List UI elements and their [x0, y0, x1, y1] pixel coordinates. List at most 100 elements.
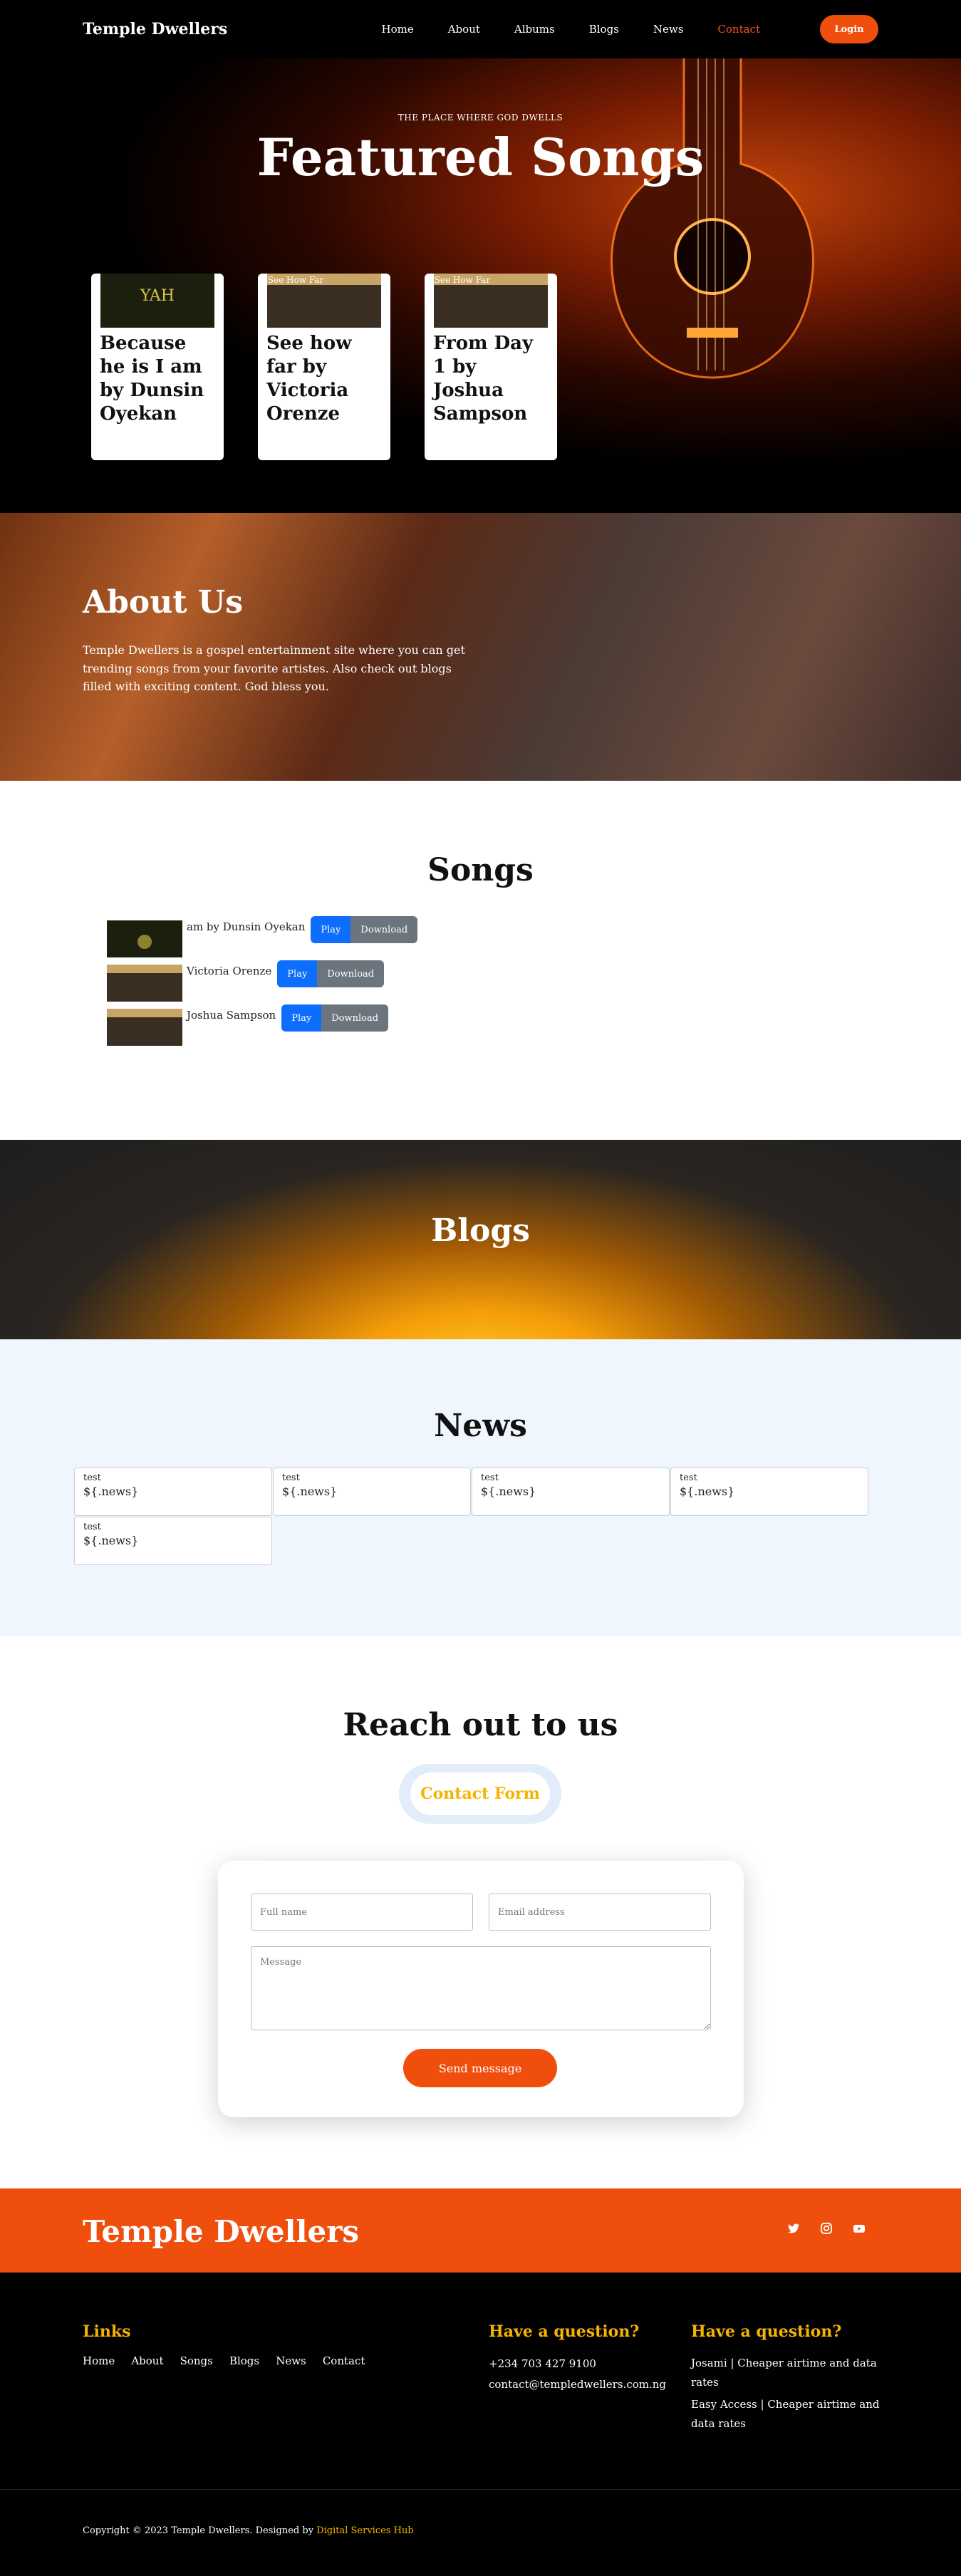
footer-promo-column: Have a question? Josami | Cheaper airtim…	[691, 2322, 883, 2434]
nav-about[interactable]: About	[448, 23, 480, 36]
send-message-button[interactable]: Send message	[403, 2049, 557, 2087]
play-button[interactable]: Play	[311, 916, 351, 943]
footer-links-title: Links	[83, 2322, 131, 2341]
news-card[interactable]: test ${.news}	[74, 1468, 272, 1516]
download-button[interactable]: Download	[350, 916, 418, 943]
news-card[interactable]: test ${.news}	[74, 1517, 272, 1565]
nav-albums[interactable]: Albums	[514, 23, 555, 36]
news-title: News	[434, 1408, 527, 1444]
nav-contact[interactable]: Contact	[717, 23, 760, 36]
play-button[interactable]: Play	[277, 960, 318, 987]
guitar-image	[611, 43, 814, 379]
contact-form-badge: Contact Form	[399, 1764, 561, 1824]
news-grid: test ${.news} test ${.news} test ${.news…	[74, 1468, 871, 1566]
nav-home[interactable]: Home	[382, 23, 414, 36]
message-textarea[interactable]	[251, 1946, 711, 2030]
featured-card[interactable]: See How Far See how far by Victoria Oren…	[258, 274, 390, 460]
news-section: News test ${.news} test ${.news} test ${…	[0, 1339, 961, 1636]
full-name-input[interactable]	[251, 1894, 473, 1931]
song-row: Victoria Orenze Play Download	[107, 960, 417, 1009]
footer-links: Home About Songs Blogs News Contact	[83, 2354, 378, 2367]
song-thumbnail	[107, 920, 182, 957]
news-label: test	[282, 1473, 300, 1483]
footer-contact-column: Have a question? +234 703 427 9100 conta…	[489, 2322, 666, 2394]
footer: Links Home About Songs Blogs News Contac…	[0, 2273, 961, 2489]
email-input[interactable]	[489, 1894, 711, 1931]
news-card[interactable]: test ${.news}	[670, 1468, 868, 1516]
featured-cards: YAH Because he is I am by Dunsin Oyekan …	[91, 274, 557, 460]
blogs-title: Blogs	[431, 1212, 530, 1249]
songs-title: Songs	[427, 852, 534, 888]
contact-form-label: Contact Form	[410, 1772, 550, 1815]
brand-logo[interactable]: Temple Dwellers	[83, 20, 227, 38]
hero-section: THE PLACE WHERE GOD DWELLS Featured Song…	[0, 0, 961, 513]
news-label: test	[83, 1522, 101, 1532]
news-body: ${.news}	[282, 1485, 338, 1498]
footer-question-title: Have a question?	[489, 2322, 640, 2341]
youtube-icon[interactable]	[852, 2221, 866, 2235]
contact-title: Reach out to us	[343, 1707, 618, 1743]
album-thumbnail: See How Far	[434, 274, 548, 328]
news-card[interactable]: test ${.news}	[273, 1468, 471, 1516]
twitter-icon[interactable]	[786, 2221, 801, 2235]
designer-link[interactable]: Digital Services Hub	[316, 2525, 413, 2536]
news-label: test	[481, 1473, 499, 1483]
copyright-text: Copyright © 2023 Temple Dwellers. Design…	[83, 2525, 414, 2536]
card-title: From Day 1 by Joshua Sampson	[433, 333, 534, 425]
song-thumbnail	[107, 965, 182, 1002]
download-button[interactable]: Download	[321, 1004, 389, 1032]
footer-question-title-2: Have a question?	[691, 2322, 842, 2341]
footer-link-about[interactable]: About	[131, 2354, 163, 2367]
copyright-bar: Copyright © 2023 Temple Dwellers. Design…	[0, 2489, 961, 2576]
card-title: See how far by Victoria Orenze	[266, 333, 352, 425]
nav-blogs[interactable]: Blogs	[589, 23, 619, 36]
album-thumbnail: YAH	[100, 274, 214, 328]
songs-section: Songs am by Dunsin Oyekan Play Download …	[0, 781, 961, 1140]
footer-brand: Temple Dwellers	[83, 2214, 359, 2249]
about-text: Temple Dwellers is a gospel entertainmen…	[83, 643, 465, 694]
footer-link-songs[interactable]: Songs	[180, 2354, 213, 2367]
footer-link-news[interactable]: News	[276, 2354, 306, 2367]
footer-link-blogs[interactable]: Blogs	[229, 2354, 259, 2367]
news-body: ${.news}	[83, 1485, 139, 1498]
footer-promo-link[interactable]: Josami | Cheaper airtime and data rates	[691, 2354, 883, 2392]
about-section: About Us Temple Dwellers is a gospel ent…	[0, 513, 961, 781]
footer-email[interactable]: contact@templedwellers.com.ng	[489, 2374, 666, 2395]
news-body: ${.news}	[680, 1485, 735, 1498]
hero-title: Featured Songs	[256, 127, 705, 187]
news-body: ${.news}	[481, 1485, 536, 1498]
blogs-section: Blogs	[0, 1140, 961, 1339]
news-label: test	[680, 1473, 697, 1483]
about-title: About Us	[83, 584, 244, 620]
news-card[interactable]: test ${.news}	[472, 1468, 670, 1516]
album-thumbnail: See How Far	[267, 274, 381, 328]
song-thumbnail	[107, 1009, 182, 1046]
card-title: Because he is I am by Dunsin Oyekan	[100, 333, 204, 425]
instagram-icon[interactable]	[819, 2221, 833, 2235]
song-list: am by Dunsin Oyekan Play Download Victor…	[107, 916, 418, 1053]
thumb-text: See How Far	[268, 275, 324, 285]
contact-section: Reach out to us Contact Form Send messag…	[0, 1636, 961, 2188]
footer-promo-link[interactable]: Easy Access | Cheaper airtime and data r…	[691, 2395, 883, 2434]
footer-link-home[interactable]: Home	[83, 2354, 115, 2367]
news-body: ${.news}	[83, 1534, 139, 1547]
footer-link-contact[interactable]: Contact	[323, 2354, 365, 2367]
song-title: Joshua Sampson	[187, 1009, 276, 1022]
social-links	[786, 2221, 866, 2235]
featured-card[interactable]: YAH Because he is I am by Dunsin Oyekan	[91, 274, 224, 460]
featured-card[interactable]: See How Far From Day 1 by Joshua Sampson	[425, 274, 557, 460]
song-row: am by Dunsin Oyekan Play Download	[107, 916, 418, 965]
thumb-text: See How Far	[435, 275, 491, 285]
footer-phone[interactable]: +234 703 427 9100	[489, 2354, 666, 2374]
play-button[interactable]: Play	[281, 1004, 322, 1032]
contact-form: Send message	[218, 1861, 744, 2117]
login-button[interactable]: Login	[820, 15, 878, 43]
download-button[interactable]: Download	[317, 960, 385, 987]
thumb-text: YAH	[140, 287, 175, 305]
copyright-label: Copyright © 2023 Temple Dwellers. Design…	[83, 2525, 317, 2536]
song-title: am by Dunsin Oyekan	[187, 920, 306, 933]
nav-links: Home About Albums Blogs News Contact	[348, 23, 760, 36]
song-title: Victoria Orenze	[187, 965, 272, 977]
nav-news[interactable]: News	[653, 23, 684, 36]
top-navbar: Temple Dwellers Home About Albums Blogs …	[0, 0, 961, 58]
